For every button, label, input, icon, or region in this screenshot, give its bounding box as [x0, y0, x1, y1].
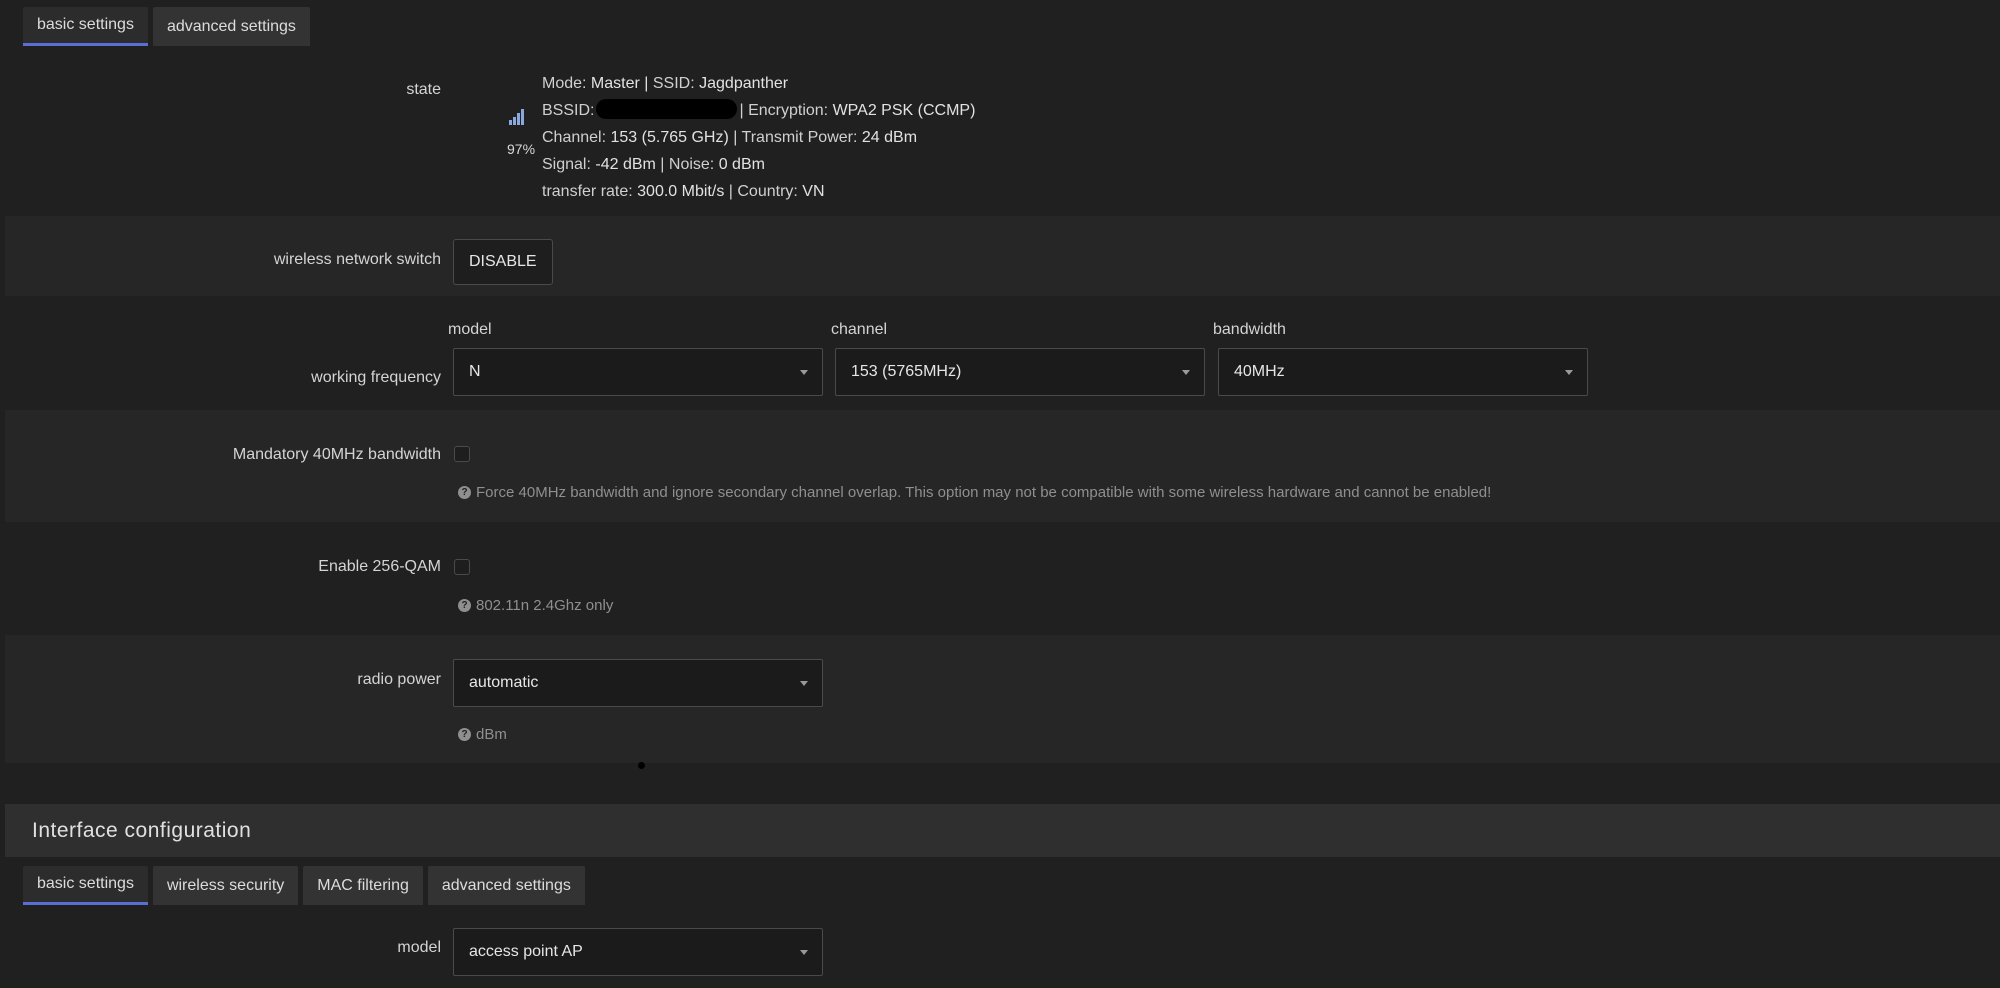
- tab-mac-filtering[interactable]: MAC filtering: [303, 866, 423, 905]
- mandatory40-row: Mandatory 40MHz bandwidth: [5, 410, 2000, 522]
- noise-value: 0 dBm: [718, 156, 765, 173]
- caret-down-icon: [1182, 370, 1190, 375]
- tab-advanced-settings[interactable]: advanced settings: [152, 7, 310, 46]
- question-circle-icon: ?: [458, 728, 471, 741]
- tab-interface-advanced-settings[interactable]: advanced settings: [427, 866, 585, 905]
- state-label: state: [406, 81, 441, 98]
- country-label: | Country:: [728, 183, 798, 200]
- state-row: state: [5, 53, 2000, 216]
- ssid-label: SSID:: [652, 75, 695, 92]
- encryption-label: | Encryption:: [739, 102, 829, 119]
- radio-power-help: ? dBm: [458, 726, 507, 743]
- caret-down-icon: [800, 681, 808, 686]
- radio-power-help-text: dBm: [476, 726, 507, 743]
- radio-power-select-value: automatic: [469, 674, 539, 691]
- qam256-help: ? 802.11n 2.4Ghz only: [458, 597, 613, 614]
- question-circle-icon: ?: [458, 599, 471, 612]
- bandwidth-select-value: 40MHz: [1234, 363, 1285, 380]
- question-circle-icon: ?: [458, 486, 471, 499]
- qam256-help-text: 802.11n 2.4Ghz only: [476, 597, 614, 614]
- interface-tabs: basic settings wireless security MAC fil…: [23, 866, 585, 905]
- state-line-mode: Mode: Master | SSID: Jagdpanther: [542, 75, 789, 92]
- qam256-label: Enable 256-QAM: [318, 558, 441, 575]
- caret-down-icon: [800, 950, 808, 955]
- txpower-value: 24 dBm: [861, 129, 918, 146]
- mandatory40-help: ? Force 40MHz bandwidth and ignore secon…: [458, 484, 1491, 501]
- country-value: VN: [802, 183, 825, 200]
- tab-basic-settings[interactable]: basic settings: [23, 7, 148, 46]
- bssid-redaction: [596, 99, 738, 119]
- channel-value: 153 (5.765 GHz): [610, 129, 729, 146]
- state-line-channel: Channel: 153 (5.765 GHz) | Transmit Powe…: [542, 124, 975, 151]
- state-line-signal: Signal: -42 dBm | Noise: 0 dBm: [542, 151, 975, 178]
- radio-power-select[interactable]: automatic: [453, 659, 823, 707]
- tab-wireless-security[interactable]: wireless security: [152, 866, 299, 905]
- mode-value: Master: [590, 75, 640, 92]
- wireless-switch-row: wireless network switch: [5, 216, 2000, 296]
- mode-label: Mode:: [542, 75, 587, 92]
- txpower-label: | Transmit Power:: [733, 129, 858, 146]
- channel-select[interactable]: 153 (5765MHz): [835, 348, 1205, 396]
- channel-select-value: 153 (5765MHz): [851, 363, 962, 380]
- interface-model-select[interactable]: access point AP: [453, 928, 823, 976]
- top-tabs: basic settings advanced settings: [23, 7, 310, 46]
- disable-button[interactable]: DISABLE: [453, 239, 553, 285]
- model-header: model: [448, 321, 492, 338]
- state-line-bssid: BSSID: | Encryption: WPA2 PSK (CCMP): [542, 97, 975, 124]
- mandatory40-label: Mandatory 40MHz bandwidth: [232, 446, 441, 463]
- interface-model-label: model: [397, 939, 441, 956]
- ssid-value: Jagdpanther: [699, 75, 789, 92]
- caret-down-icon: [1565, 370, 1573, 375]
- wireless-switch-label: wireless network switch: [273, 251, 441, 268]
- state-details: Mode: Master | SSID: Jagdpanther BSSID: |…: [542, 70, 975, 205]
- model-select[interactable]: N: [453, 348, 823, 396]
- rate-label: transfer rate:: [542, 183, 633, 200]
- signal-bars-icon: [509, 109, 524, 125]
- caret-down-icon: [800, 370, 808, 375]
- bandwidth-header: bandwidth: [1213, 321, 1286, 338]
- interface-configuration-header: Interface configuration: [5, 804, 2000, 857]
- interface-model-select-value: access point AP: [469, 943, 583, 960]
- qam256-row: Enable 256-QAM: [5, 522, 2000, 635]
- mandatory40-help-text: Force 40MHz bandwidth and ignore seconda…: [476, 484, 1492, 501]
- state-line-rate: transfer rate: 300.0 Mbit/s | Country: V…: [542, 178, 975, 205]
- cursor-dot: [638, 762, 645, 769]
- qam256-checkbox[interactable]: [454, 559, 470, 575]
- channel-header: channel: [831, 321, 888, 338]
- model-select-value: N: [469, 363, 481, 380]
- mandatory40-checkbox[interactable]: [454, 446, 470, 462]
- interface-configuration-title: Interface configuration: [32, 818, 252, 842]
- signal-label: Signal:: [542, 156, 591, 173]
- bssid-label: BSSID:: [542, 102, 595, 119]
- radio-power-label: radio power: [357, 671, 441, 688]
- signal-percent: 97%: [507, 141, 536, 157]
- noise-label: | Noise:: [660, 156, 715, 173]
- encryption-value: WPA2 PSK (CCMP): [832, 102, 976, 119]
- bandwidth-select[interactable]: 40MHz: [1218, 348, 1588, 396]
- interface-model-row: model: [5, 912, 2000, 988]
- radio-power-row: radio power: [5, 635, 2000, 763]
- tab-interface-basic-settings[interactable]: basic settings: [23, 866, 148, 905]
- rate-value: 300.0 Mbit/s: [637, 183, 725, 200]
- working-frequency-label: working frequency: [311, 369, 441, 386]
- signal-value: -42 dBm: [595, 156, 656, 173]
- channel-label: Channel:: [542, 129, 607, 146]
